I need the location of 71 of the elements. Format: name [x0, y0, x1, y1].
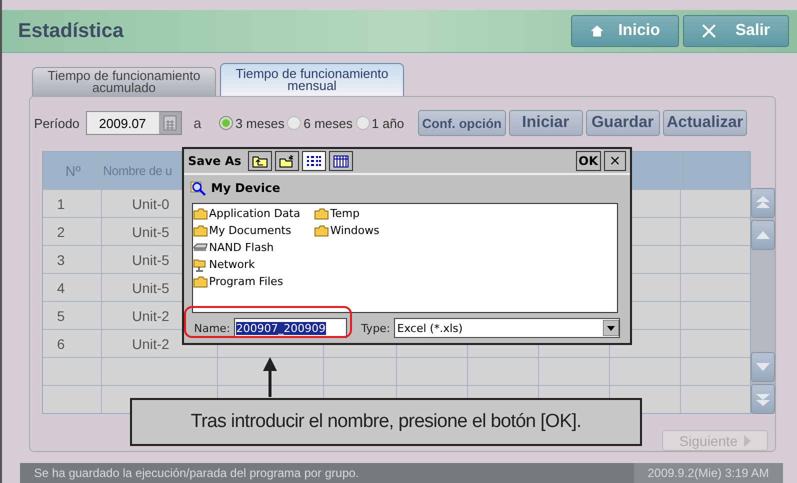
- file-item[interactable]: Windows: [314, 222, 380, 239]
- up-folder-button[interactable]: [248, 151, 272, 171]
- down-arrow-icon: [756, 363, 770, 371]
- name-label: Name:: [194, 322, 230, 334]
- location-label: My Device: [211, 181, 280, 195]
- file-item[interactable]: NAND Flash: [193, 239, 300, 256]
- network-folder-icon: [193, 258, 208, 272]
- period-label: Período: [34, 116, 80, 130]
- list-view-icon: [306, 154, 322, 168]
- period-radio[interactable]: 6 meses: [287, 116, 353, 130]
- tab[interactable]: Tiempo de funcionamiento acumulado: [32, 67, 216, 96]
- table-cell: Unit-0: [132, 196, 170, 212]
- table-cell: Unit-5: [132, 252, 170, 268]
- period-radio[interactable]: 3 meses: [219, 116, 284, 130]
- tab[interactable]: Tiempo de funcionamiento mensual: [220, 63, 404, 96]
- status-message: Se ha guardado la ejecución/parada del programa por grupo.: [34, 466, 359, 480]
- action-button[interactable]: Iniciar: [508, 110, 583, 136]
- file-name-field[interactable]: 200907_200909: [234, 318, 348, 338]
- folder-icon: [314, 224, 330, 236]
- up-arrow-icon: [756, 231, 770, 239]
- right-arrow-icon: [744, 434, 751, 446]
- file-item[interactable]: Application Data: [193, 205, 300, 222]
- list-view-button[interactable]: [302, 151, 326, 171]
- column-header: Nombre de u: [103, 164, 172, 178]
- new-folder-button[interactable]: [275, 151, 300, 171]
- dropdown-arrow-icon: [603, 320, 619, 336]
- magnifier-icon: [190, 180, 206, 196]
- table-cell: 3: [57, 252, 65, 268]
- file-item[interactable]: My Documents: [193, 222, 300, 239]
- dialog-title: Save As: [188, 154, 242, 168]
- file-item[interactable]: Network: [193, 256, 300, 273]
- new-folder-icon: [279, 154, 296, 168]
- folder-icon: [314, 208, 330, 220]
- type-label: Type:: [361, 322, 390, 334]
- details-view-icon: [333, 154, 350, 168]
- drive-icon: [193, 242, 208, 254]
- table-cell: Unit-5: [132, 280, 170, 296]
- close-button[interactable]: ×: [604, 151, 626, 171]
- file-item[interactable]: Program Files: [193, 273, 300, 290]
- table-cell: Unit-5: [132, 224, 170, 240]
- range-separator: a: [194, 115, 202, 131]
- table-cell: Unit-2: [132, 336, 170, 352]
- table-cell: 2: [57, 224, 65, 240]
- ok-button[interactable]: OK: [576, 151, 601, 171]
- table-cell: 6: [57, 336, 65, 352]
- double-down-arrow-icon: [756, 392, 770, 406]
- table-cell: 5: [57, 308, 65, 324]
- file-type-dropdown[interactable]: Excel (*.xls): [394, 318, 620, 338]
- calculator-icon: [158, 112, 181, 134]
- action-button[interactable]: Conf. opción: [418, 110, 506, 136]
- date-field[interactable]: 2009.07: [86, 111, 182, 135]
- file-item[interactable]: Temp: [314, 205, 380, 222]
- close-icon: [702, 24, 716, 38]
- folder-up-icon: [252, 154, 268, 168]
- folder-icon: [193, 224, 208, 236]
- details-view-button[interactable]: [329, 151, 354, 171]
- home-icon: [590, 23, 604, 39]
- table-cell: 4: [57, 280, 65, 296]
- double-up-arrow-icon: [756, 196, 770, 210]
- instruction-callout: Tras introducir el nombre, presione el botón [OK].: [130, 398, 642, 446]
- period-radio[interactable]: 1 año: [356, 116, 404, 130]
- action-button[interactable]: Actualizar: [662, 110, 748, 136]
- folder-icon: [193, 208, 208, 220]
- pointer-arrow: [263, 357, 277, 397]
- table-cell: 1: [57, 196, 65, 212]
- table-cell: Unit-2: [132, 308, 170, 324]
- folder-icon: [193, 276, 208, 288]
- action-button[interactable]: Guardar: [586, 110, 660, 136]
- page-title: Estadística: [18, 20, 124, 42]
- date-time: 2009.9.2(Mie) 3:19 AM: [634, 463, 783, 483]
- column-header: Nº: [65, 162, 81, 178]
